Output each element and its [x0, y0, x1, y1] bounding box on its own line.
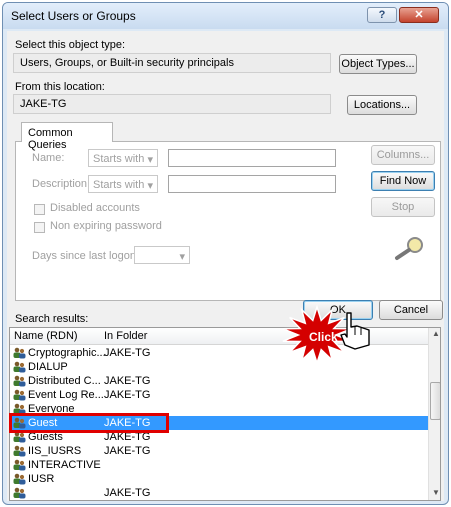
- row-name: IUSR: [28, 473, 55, 485]
- location-label: From this location:: [15, 81, 105, 93]
- columns-button[interactable]: Columns...: [371, 145, 435, 165]
- disabled-accounts-checkbox[interactable]: [34, 204, 45, 215]
- row-folder: JAKE-TG: [104, 445, 151, 457]
- list-item[interactable]: INTERACTIVE: [10, 458, 430, 472]
- search-icon: [395, 237, 423, 260]
- row-folder: JAKE-TG: [104, 487, 151, 499]
- disabled-accounts-label: Disabled accounts: [50, 202, 140, 214]
- scroll-down-icon[interactable]: ▼: [432, 488, 440, 497]
- guest-highlight-box: [9, 413, 169, 433]
- description-label: Description:: [32, 178, 91, 190]
- list-item[interactable]: IUSR: [10, 472, 430, 486]
- row-name: Distributed C...: [28, 375, 101, 387]
- scrollbar-thumb[interactable]: [430, 382, 440, 420]
- description-input[interactable]: [168, 175, 336, 193]
- cancel-button[interactable]: Cancel: [379, 300, 443, 320]
- row-name: IIS_IUSRS: [28, 445, 82, 457]
- object-types-button[interactable]: Object Types...: [339, 54, 417, 74]
- group-icon: [13, 361, 26, 373]
- tab-common-queries[interactable]: Common Queries: [21, 122, 113, 151]
- row-name: DIALUP: [28, 361, 68, 373]
- group-icon: [13, 487, 26, 499]
- find-now-button[interactable]: Find Now: [371, 171, 435, 191]
- click-burst-icon: Click: [282, 304, 370, 363]
- title-bar[interactable]: Select Users or Groups ? ✕: [3, 3, 448, 29]
- scroll-up-icon[interactable]: ▲: [432, 329, 440, 338]
- dialog-body: Select this object type: Users, Groups, …: [7, 31, 444, 501]
- column-header-folder[interactable]: In Folder: [104, 330, 147, 342]
- object-type-field: Users, Groups, or Built-in security prin…: [13, 53, 331, 73]
- group-icon: [13, 375, 26, 387]
- days-since-logon-select[interactable]: ▾: [134, 246, 190, 264]
- search-results-label: Search results:: [15, 313, 89, 325]
- row-folder: JAKE-TG: [104, 347, 151, 359]
- chevron-down-icon: ▾: [147, 180, 153, 192]
- object-type-label: Select this object type:: [15, 39, 126, 51]
- description-mode-value: Starts with: [93, 179, 145, 191]
- group-icon: [13, 347, 26, 359]
- list-item[interactable]: IIS_IUSRS JAKE-TG: [10, 444, 430, 458]
- group-icon: [13, 389, 26, 401]
- row-name: INTERACTIVE: [28, 459, 101, 471]
- description-mode-select[interactable]: Starts with ▾: [88, 175, 158, 193]
- click-badge-text: Click: [309, 330, 338, 344]
- list-item[interactable]: JAKE-TG: [10, 486, 430, 500]
- location-field: JAKE-TG: [13, 94, 331, 114]
- name-input[interactable]: [168, 149, 336, 167]
- row-name: Event Log Re...: [28, 389, 104, 401]
- window-title: Select Users or Groups: [11, 9, 136, 23]
- days-since-logon-label: Days since last logon:: [32, 250, 139, 262]
- name-label: Name:: [32, 152, 65, 164]
- non-expiring-checkbox[interactable]: [34, 222, 45, 233]
- non-expiring-label: Non expiring password: [50, 220, 162, 232]
- row-folder: JAKE-TG: [104, 375, 151, 387]
- row-folder: JAKE-TG: [104, 389, 151, 401]
- list-item[interactable]: Distributed C... JAKE-TG: [10, 374, 430, 388]
- row-name: Cryptographic...: [28, 347, 106, 359]
- group-icon: [13, 473, 26, 485]
- column-header-name[interactable]: Name (RDN): [14, 330, 78, 342]
- common-queries-panel: Name: Starts with ▾ Description: Starts …: [15, 141, 441, 301]
- stop-button[interactable]: Stop: [371, 197, 435, 217]
- group-icon: [13, 445, 26, 457]
- close-button[interactable]: ✕: [399, 7, 439, 23]
- locations-button[interactable]: Locations...: [347, 95, 417, 115]
- name-mode-select[interactable]: Starts with ▾: [88, 149, 158, 167]
- name-mode-value: Starts with: [93, 153, 145, 165]
- select-users-dialog: Select Users or Groups ? ✕ Select this o…: [2, 2, 449, 505]
- help-button[interactable]: ?: [367, 7, 397, 23]
- group-icon: [13, 459, 26, 471]
- results-scrollbar[interactable]: ▲ ▼: [428, 328, 440, 500]
- list-item[interactable]: Event Log Re... JAKE-TG: [10, 388, 430, 402]
- chevron-down-icon: ▾: [179, 251, 185, 263]
- chevron-down-icon: ▾: [147, 154, 153, 166]
